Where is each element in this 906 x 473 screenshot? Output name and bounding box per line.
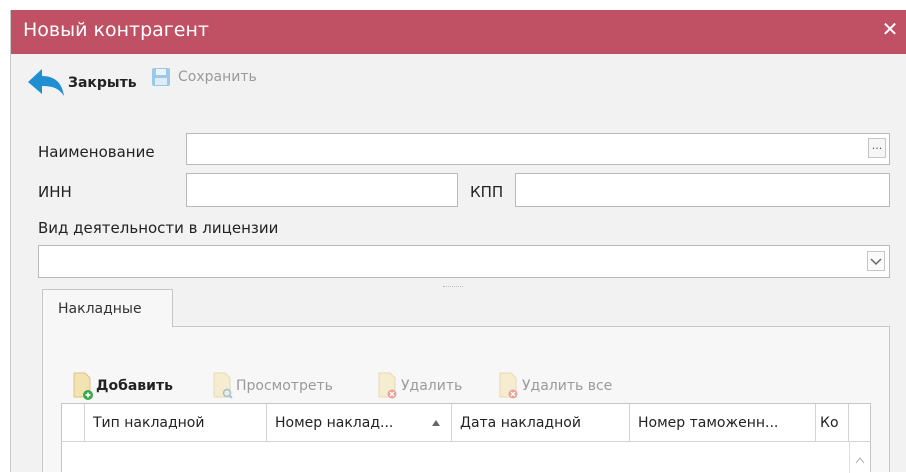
- chevron-down-icon: [870, 258, 882, 266]
- back-arrow-icon: [28, 69, 64, 96]
- add-button-label: Добавить: [96, 378, 173, 394]
- invoices-table: Тип накладной Номер наклад... Дата накла…: [61, 403, 871, 473]
- save-button-label: Сохранить: [178, 69, 257, 85]
- delete-all-document-icon: [499, 372, 518, 399]
- sort-ascending-icon: [432, 420, 440, 426]
- window-title: Новый контрагент: [23, 19, 209, 41]
- column-header-truncated[interactable]: Ко: [816, 404, 849, 442]
- close-button[interactable]: Закрыть: [26, 66, 137, 100]
- delete-all-button-label: Удалить все: [522, 378, 613, 394]
- column-header-number[interactable]: Номер наклад...: [267, 404, 452, 442]
- column-header-customs-number[interactable]: Номер таможенн...: [630, 404, 816, 442]
- dropdown-button[interactable]: [867, 251, 885, 271]
- view-document-icon: [213, 372, 233, 399]
- vertical-scrollbar[interactable]: [849, 442, 870, 473]
- delete-document-icon: [378, 372, 397, 399]
- add-document-icon: [73, 372, 93, 400]
- ellipsis-button[interactable]: ...: [868, 138, 886, 158]
- add-button[interactable]: Добавить: [72, 371, 173, 401]
- kpp-label: КПП: [470, 183, 504, 201]
- inn-label: ИНН: [38, 183, 72, 201]
- floppy-disk-icon: [152, 68, 170, 86]
- inn-input[interactable]: [186, 173, 458, 207]
- view-button[interactable]: Просмотреть: [212, 371, 333, 401]
- title-bar: Новый контрагент ✕: [11, 10, 906, 54]
- delete-button[interactable]: Удалить: [377, 371, 462, 401]
- name-label: Наименование: [38, 143, 155, 161]
- save-button[interactable]: Сохранить: [150, 66, 257, 88]
- close-window-icon[interactable]: ✕: [879, 18, 901, 40]
- close-button-label: Закрыть: [68, 75, 137, 91]
- delete-all-button[interactable]: Удалить все: [498, 371, 612, 401]
- delete-button-label: Удалить: [401, 378, 463, 394]
- table-header: Тип накладной Номер наклад... Дата накла…: [62, 404, 870, 442]
- activity-select[interactable]: [38, 245, 890, 278]
- view-button-label: Просмотреть: [236, 378, 333, 394]
- kpp-input[interactable]: [515, 173, 890, 207]
- column-header-date[interactable]: Дата накладной: [452, 404, 630, 442]
- column-header-type[interactable]: Тип накладной: [85, 404, 267, 442]
- row-selector-header[interactable]: [62, 404, 85, 442]
- splitter-handle[interactable]: [443, 286, 463, 289]
- tab-invoices-label: Накладные: [58, 301, 142, 317]
- activity-label: Вид деятельности в лицензии: [38, 219, 279, 237]
- scroll-up-icon[interactable]: [855, 456, 865, 464]
- name-input[interactable]: ...: [186, 133, 890, 165]
- tab-invoices[interactable]: Накладные: [42, 289, 173, 327]
